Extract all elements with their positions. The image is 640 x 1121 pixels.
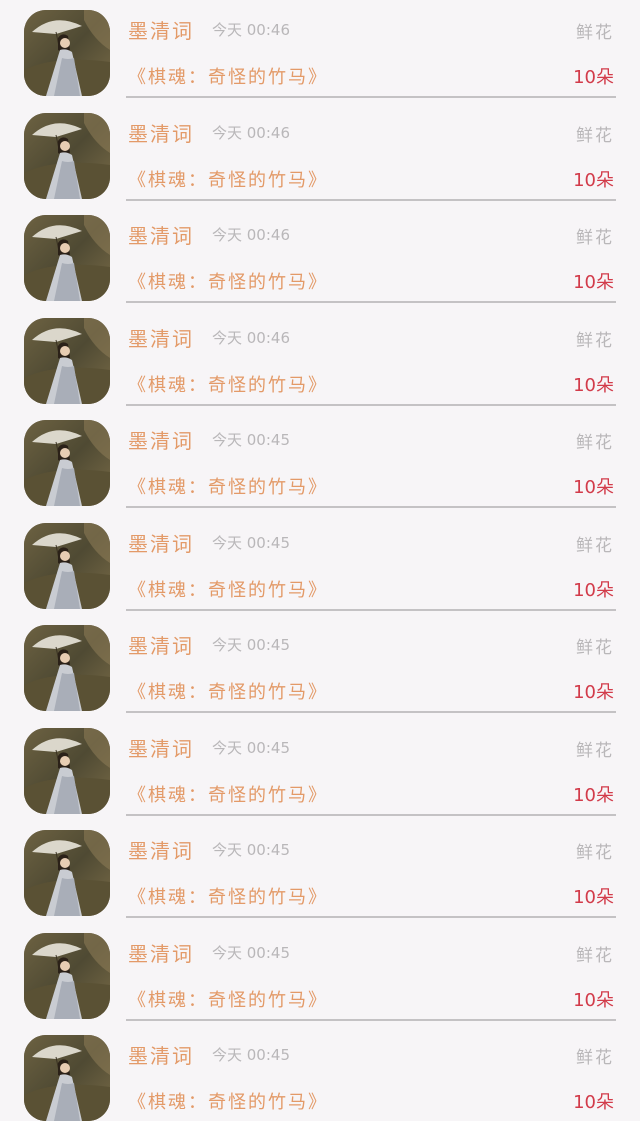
- gift-count: 10朵: [573, 272, 614, 293]
- user-avatar[interactable]: [24, 10, 110, 96]
- gift-type: 鲜花: [576, 23, 614, 43]
- record-content: 墨清词 今天 00:45 鲜花 《棋魂：奇怪的竹马》 10朵: [126, 820, 616, 918]
- gift-count: 10朵: [573, 682, 614, 703]
- record-time: 今天 00:46: [212, 123, 290, 142]
- user-avatar[interactable]: [24, 1035, 110, 1121]
- record-time: 今天 00:45: [212, 841, 290, 859]
- book-title[interactable]: 《棋魂：奇怪的竹马》: [128, 986, 328, 1012]
- user-name[interactable]: 墨清词: [128, 630, 194, 659]
- gift-type: 鲜花: [576, 843, 614, 863]
- book-title[interactable]: 《棋魂：奇怪的竹马》: [128, 63, 328, 89]
- user-name[interactable]: 墨清词: [128, 425, 194, 454]
- record-time: 今天 00:45: [212, 431, 290, 449]
- record-content: 墨清词 今天 00:46 鲜花 《棋魂：奇怪的竹马》 10朵: [126, 0, 616, 98]
- user-name[interactable]: 墨清词: [128, 528, 194, 557]
- record-content: 墨清词 今天 00:45 鲜花 《棋魂：奇怪的竹马》 10朵: [126, 513, 616, 611]
- gift-record-row[interactable]: 墨清词 今天 00:46 鲜花 《棋魂：奇怪的竹马》 10朵: [0, 205, 640, 308]
- gift-record-row[interactable]: 墨清词 今天 00:46 鲜花 《棋魂：奇怪的竹马》 10朵: [0, 103, 640, 206]
- gift-record-list: 墨清词 今天 00:46 鲜花 《棋魂：奇怪的竹马》 10朵 墨清词 今天 00…: [0, 0, 640, 1121]
- gift-record-row[interactable]: 墨清词 今天 00:45 鲜花 《棋魂：奇怪的竹马》 10朵: [0, 820, 640, 923]
- book-title[interactable]: 《棋魂：奇怪的竹马》: [128, 678, 328, 704]
- gift-type: 鲜花: [576, 228, 614, 248]
- user-avatar[interactable]: [24, 830, 110, 916]
- user-name[interactable]: 墨清词: [128, 835, 194, 864]
- user-avatar[interactable]: [24, 215, 110, 301]
- user-name[interactable]: 墨清词: [128, 220, 194, 249]
- gift-type: 鲜花: [576, 1048, 614, 1068]
- user-name[interactable]: 墨清词: [128, 733, 194, 762]
- record-time: 今天 00:46: [212, 226, 290, 244]
- gift-count: 10朵: [573, 1092, 614, 1113]
- gift-count: 10朵: [573, 67, 614, 88]
- gift-count: 10朵: [573, 374, 614, 396]
- record-content: 墨清词 今天 00:45 鲜花 《棋魂：奇怪的竹马》 10朵: [126, 615, 616, 713]
- gift-record-row[interactable]: 墨清词 今天 00:45 鲜花 《棋魂：奇怪的竹马》 10朵: [0, 410, 640, 513]
- user-avatar[interactable]: [24, 317, 110, 404]
- record-content: 墨清词 今天 00:45 鲜花 《棋魂：奇怪的竹马》 10朵: [126, 1025, 616, 1121]
- gift-count: 10朵: [573, 579, 614, 601]
- gift-type: 鲜花: [576, 330, 614, 351]
- book-title[interactable]: 《棋魂：奇怪的竹马》: [128, 473, 328, 499]
- gift-record-row[interactable]: 墨清词 今天 00:45 鲜花 《棋魂：奇怪的竹马》 10朵: [0, 923, 640, 1026]
- record-time: 今天 00:45: [212, 1046, 290, 1064]
- gift-record-row[interactable]: 墨清词 今天 00:45 鲜花 《棋魂：奇怪的竹马》 10朵: [0, 718, 640, 821]
- book-title[interactable]: 《棋魂：奇怪的竹马》: [128, 576, 328, 602]
- book-title[interactable]: 《棋魂：奇怪的竹马》: [128, 371, 328, 397]
- record-content: 墨清词 今天 00:45 鲜花 《棋魂：奇怪的竹马》 10朵: [126, 923, 616, 1021]
- user-name[interactable]: 墨清词: [128, 323, 194, 352]
- record-content: 墨清词 今天 00:46 鲜花 《棋魂：奇怪的竹马》 10朵: [126, 205, 616, 303]
- record-time: 今天 00:45: [212, 943, 290, 962]
- record-content: 墨清词 今天 00:45 鲜花 《棋魂：奇怪的竹马》 10朵: [126, 410, 616, 508]
- user-avatar[interactable]: [24, 522, 110, 609]
- user-name[interactable]: 墨清词: [128, 1040, 194, 1069]
- gift-record-row[interactable]: 墨清词 今天 00:45 鲜花 《棋魂：奇怪的竹马》 10朵: [0, 513, 640, 616]
- record-time: 今天 00:45: [212, 738, 290, 757]
- gift-count: 10朵: [573, 784, 614, 806]
- record-time: 今天 00:46: [212, 21, 290, 39]
- user-avatar[interactable]: [24, 727, 110, 814]
- gift-type: 鲜花: [576, 125, 614, 146]
- gift-record-row[interactable]: 墨清词 今天 00:45 鲜花 《棋魂：奇怪的竹马》 10朵: [0, 1025, 640, 1121]
- book-title[interactable]: 《棋魂：奇怪的竹马》: [128, 268, 328, 294]
- gift-record-row[interactable]: 墨清词 今天 00:46 鲜花 《棋魂：奇怪的竹马》 10朵: [0, 0, 640, 103]
- book-title[interactable]: 《棋魂：奇怪的竹马》: [128, 166, 328, 192]
- record-content: 墨清词 今天 00:46 鲜花 《棋魂：奇怪的竹马》 10朵: [126, 103, 616, 201]
- record-time: 今天 00:45: [212, 636, 290, 654]
- book-title[interactable]: 《棋魂：奇怪的竹马》: [128, 1088, 328, 1114]
- book-title[interactable]: 《棋魂：奇怪的竹马》: [128, 781, 328, 807]
- gift-count: 10朵: [573, 989, 614, 1011]
- record-time: 今天 00:46: [212, 328, 290, 347]
- gift-record-row[interactable]: 墨清词 今天 00:46 鲜花 《棋魂：奇怪的竹马》 10朵: [0, 308, 640, 411]
- user-name[interactable]: 墨清词: [128, 938, 194, 967]
- record-time: 今天 00:45: [212, 533, 290, 552]
- gift-count: 10朵: [573, 169, 614, 191]
- record-content: 墨清词 今天 00:46 鲜花 《棋魂：奇怪的竹马》 10朵: [126, 308, 616, 406]
- record-content: 墨清词 今天 00:45 鲜花 《棋魂：奇怪的竹马》 10朵: [126, 718, 616, 816]
- gift-type: 鲜花: [576, 740, 614, 761]
- gift-type: 鲜花: [576, 638, 614, 658]
- gift-type: 鲜花: [576, 535, 614, 556]
- gift-count: 10朵: [573, 887, 614, 908]
- gift-type: 鲜花: [576, 945, 614, 966]
- user-name[interactable]: 墨清词: [128, 118, 194, 147]
- user-avatar[interactable]: [24, 420, 110, 506]
- book-title[interactable]: 《棋魂：奇怪的竹马》: [128, 883, 328, 909]
- gift-type: 鲜花: [576, 433, 614, 453]
- gift-count: 10朵: [573, 477, 614, 498]
- user-avatar[interactable]: [24, 112, 110, 199]
- gift-record-row[interactable]: 墨清词 今天 00:45 鲜花 《棋魂：奇怪的竹马》 10朵: [0, 615, 640, 718]
- user-avatar[interactable]: [24, 932, 110, 1019]
- user-avatar[interactable]: [24, 625, 110, 711]
- user-name[interactable]: 墨清词: [128, 15, 194, 44]
